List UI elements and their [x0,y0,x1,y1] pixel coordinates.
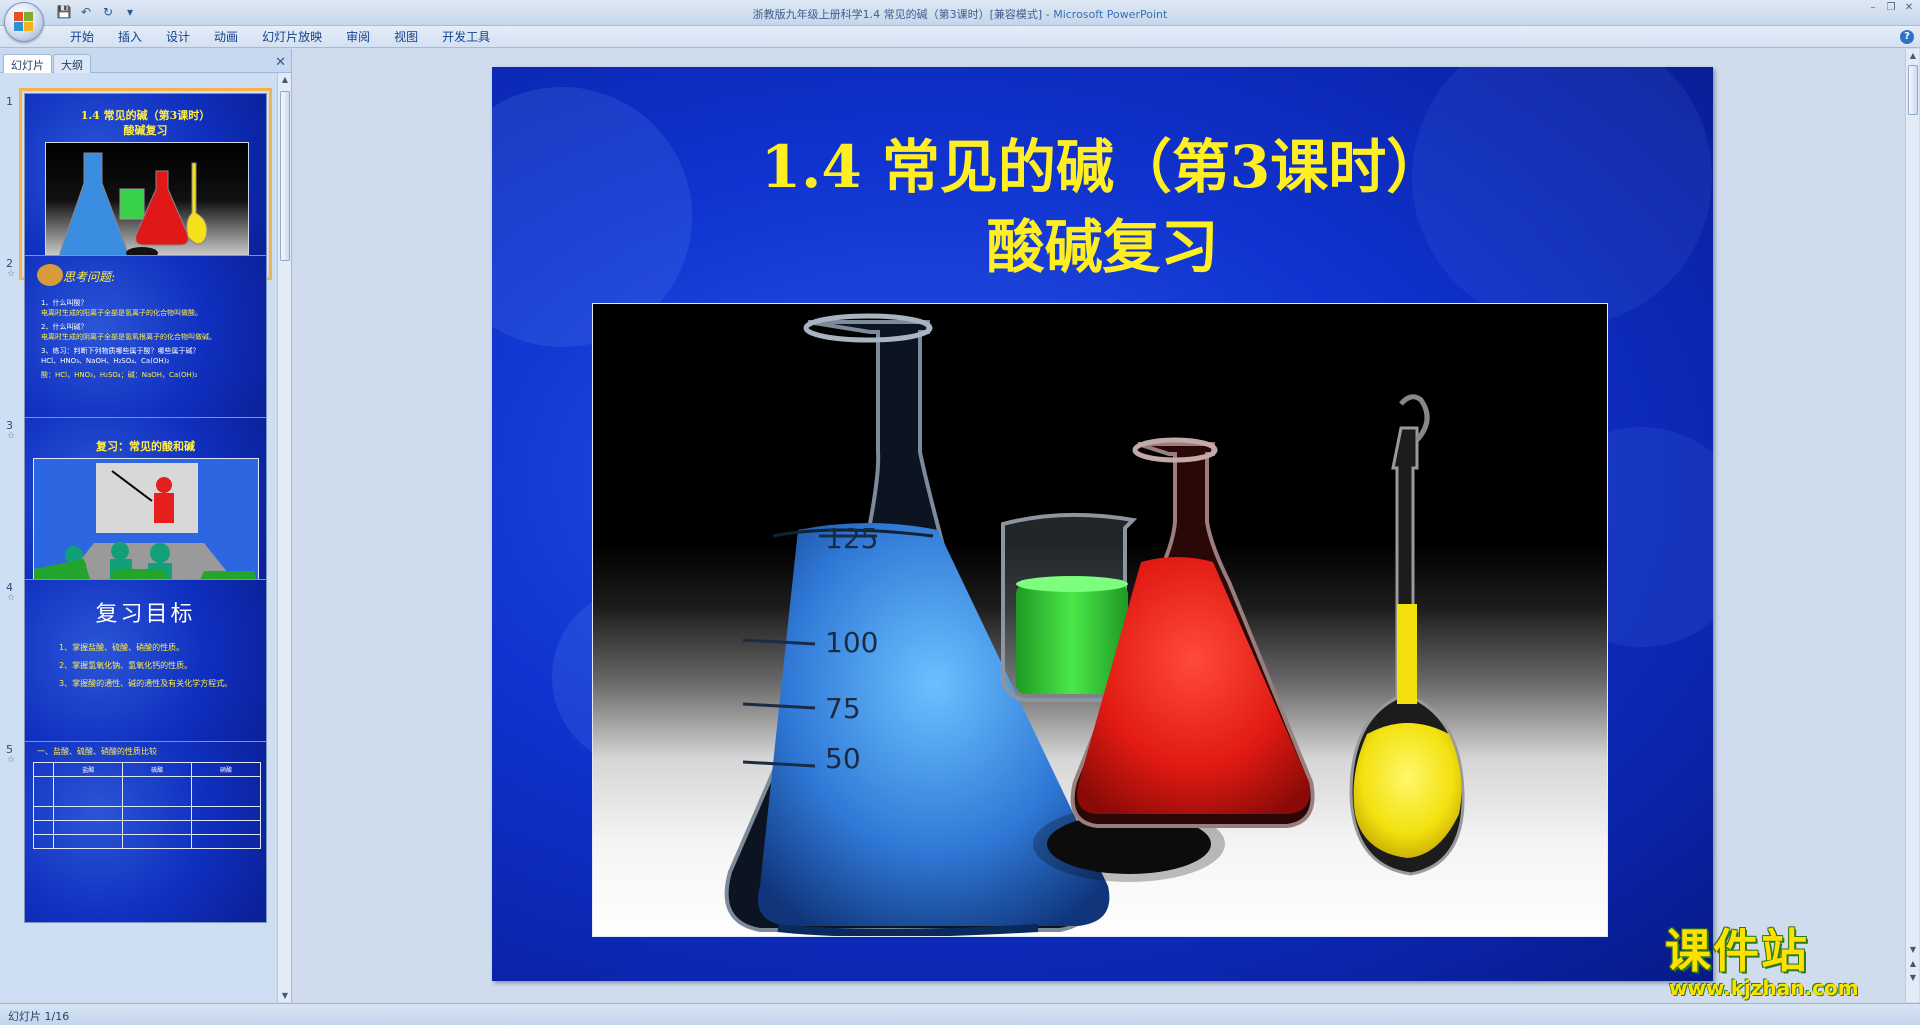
thumb-line: 2、掌握氢氧化钠、氢氧化钙的性质。 [59,661,193,670]
current-slide[interactable]: 1.4 常见的碱（第3课时） 酸碱复习 125 100 75 50 [492,67,1713,981]
thumb-line: 酸：HCl，HNO₃，H₂SO₄；碱：NaOH，Ca(OH)₂ [41,371,198,379]
minimize-icon[interactable]: – [1866,2,1880,14]
thumb-flasks-image [45,142,249,270]
flasks-photo[interactable]: 125 100 75 50 [592,303,1608,937]
animation-star-icon: ☆ [7,269,16,279]
scroll-up-icon[interactable]: ▲ [280,75,290,84]
ribbon-tab[interactable]: 插入 [106,30,154,44]
watermark-url: www.kjzhan.com [1669,976,1859,1000]
thumb-classroom-image [33,458,259,592]
slides-panel: 幻灯片 大纲 ✕ 1 1.4 常见的碱（第3课时） 酸碱复习 2 ☆ 思考问题:… [0,49,292,1002]
slide-thumbnail-2[interactable]: 思考问题: 1、什么叫酸？ 电离时生成的阳离子全部是氢离子的化合物叫做酸。 2、… [24,255,267,437]
document-title: 浙教版九年级上册科学1.4 常见的碱（第3课时）[兼容模式] - [752,8,1054,21]
thumb-line: 1、掌握盐酸、硫酸、硝酸的性质。 [59,643,185,652]
window-title: 浙教版九年级上册科学1.4 常见的碱（第3课时）[兼容模式] - Microso… [0,6,1920,22]
table-header: 硫酸 [122,762,193,777]
thumbnail-scrollbar[interactable]: ▲ ▼ [277,73,291,1002]
thumb-title: 1.4 常见的碱（第3课时） 酸碱复习 [25,108,266,138]
scroll-down-icon[interactable]: ▼ [1907,945,1919,954]
thumbnail-list: 1 1.4 常见的碱（第3课时） 酸碱复习 2 ☆ 思考问题: 1、什么叫酸？ … [0,73,276,1002]
restore-icon[interactable]: ❐ [1884,2,1898,14]
tab-outline[interactable]: 大纲 [53,54,91,73]
slide-editing-area: 1.4 常见的碱（第3课时） 酸碱复习 125 100 75 50 ▲ ▼ ▲ … [293,49,1919,1002]
tab-slides[interactable]: 幻灯片 [3,54,52,73]
window-controls: – ❐ ✕ [1866,2,1916,14]
ribbon-tab[interactable]: 审阅 [334,30,382,44]
thinker-icon [37,264,63,286]
previous-slide-icon[interactable]: ▲ [1907,959,1919,968]
scrollbar-thumb[interactable] [280,91,290,261]
beaker-mark: 50 [825,742,861,775]
thumb-body: 1、掌握盐酸、硫酸、硝酸的性质。 2、掌握氢氧化钠、氢氧化钙的性质。 3、掌握酸… [59,642,256,696]
thumb-line: 1、什么叫酸？ [41,299,88,307]
thumb-title: 一、盐酸、硫酸、硝酸的性质比较 [37,747,157,756]
table-header: 盐酸 [53,762,124,777]
beaker-mark: 125 [825,522,878,555]
thumb-line: 3、掌握酸的通性、碱的通性及有关化学方程式。 [59,679,233,688]
slide-thumbnail-3[interactable]: 复习：常见的酸和碱 [24,417,267,599]
thumb-line: 电离时生成的阳离子全部是氢离子的化合物叫做酸。 [41,309,202,317]
site-watermark: 课件站 www.kjzhan.com [1665,925,1905,1000]
slide-title-line2: 酸碱复习 [986,213,1219,281]
table-header: 硝酸 [191,762,261,777]
thumb-title: 复习：常见的酸和碱 [96,440,195,453]
beaker-mark: 75 [825,692,861,725]
help-icon[interactable]: ? [1900,30,1914,44]
animation-star-icon: ☆ [7,755,16,765]
slide-indicator: 幻灯片 1/16 [8,1010,70,1023]
slide-title-line1: 1.4 常见的碱（第3课时） [760,133,1445,201]
panel-close-icon[interactable]: ✕ [275,55,286,70]
slide-thumbnail-4[interactable]: 复习目标 1、掌握盐酸、硫酸、硝酸的性质。 2、掌握氢氧化钠、氢氧化钙的性质。 … [24,579,267,761]
slide-thumbnail-5[interactable]: 一、盐酸、硫酸、硝酸的性质比较 盐酸 硫酸 硝酸 [24,741,267,923]
scroll-down-icon[interactable]: ▼ [280,991,290,1000]
animation-star-icon: ☆ [7,431,16,441]
close-icon[interactable]: ✕ [1902,2,1916,14]
thumb-title: 复习目标 [95,602,196,627]
table-header [32,762,55,777]
thumb-body: 1、什么叫酸？ 电离时生成的阳离子全部是氢离子的化合物叫做酸。 2、什么叫碱？ … [41,298,258,380]
thumb-line: 电离时生成的阴离子全部是氢氧根离子的化合物叫做碱。 [41,333,216,341]
ribbon-tab[interactable]: 视图 [382,30,430,44]
office-logo-icon [14,12,34,32]
panel-tabs: 幻灯片 大纲 ✕ [0,51,292,73]
watermark-text: 课件站 [1665,924,1809,978]
thumb-line: 3、练习：判断下列物质哪些属于酸？哪些属于碱？ [41,347,200,355]
thumb-table: 盐酸 硫酸 硝酸 [32,762,261,849]
slide-title[interactable]: 1.4 常见的碱（第3课时） 酸碱复习 [492,127,1713,287]
status-bar: 幻灯片 1/16 [0,1003,1920,1025]
thumb-title: 思考问题: [63,270,116,284]
slide-scrollbar[interactable]: ▲ ▼ ▲ ▼ [1905,49,1919,1002]
ribbon-tab[interactable]: 幻灯片放映 [250,30,334,44]
thumb-line: HCl、HNO₃、NaOH、H₂SO₄、Ca(OH)₂ [41,357,170,365]
beaker-mark: 100 [825,626,878,659]
office-button[interactable] [4,2,44,42]
ribbon-tabs: 开始 插入 设计 动画 幻灯片放映 审阅 视图 开发工具 [58,30,502,44]
animation-star-icon: ☆ [7,593,16,603]
scroll-up-icon[interactable]: ▲ [1907,51,1919,60]
next-slide-icon[interactable]: ▼ [1907,973,1919,982]
thumb-title-line1: 1.4 常见的碱（第3课时） [80,109,211,122]
scrollbar-thumb[interactable] [1908,65,1918,115]
ribbon-tab-bar: 开始 插入 设计 动画 幻灯片放映 审阅 视图 开发工具 ? [0,26,1920,48]
title-bar: 💾 ↶ ↻ ▾ 浙教版九年级上册科学1.4 常见的碱（第3课时）[兼容模式] -… [0,0,1920,42]
slide-number: 1 [6,95,13,108]
thumb-line: 2、什么叫碱？ [41,323,88,331]
thumb-title-line2: 酸碱复习 [123,124,168,137]
ribbon-tab[interactable]: 设计 [154,30,202,44]
slide-thumbnail-1[interactable]: 1.4 常见的碱（第3课时） 酸碱复习 [19,88,272,280]
ribbon-tab[interactable]: 开发工具 [430,30,502,44]
ribbon-tab[interactable]: 开始 [58,30,106,44]
ribbon-tab[interactable]: 动画 [202,30,250,44]
app-name: Microsoft PowerPoint [1053,8,1168,21]
